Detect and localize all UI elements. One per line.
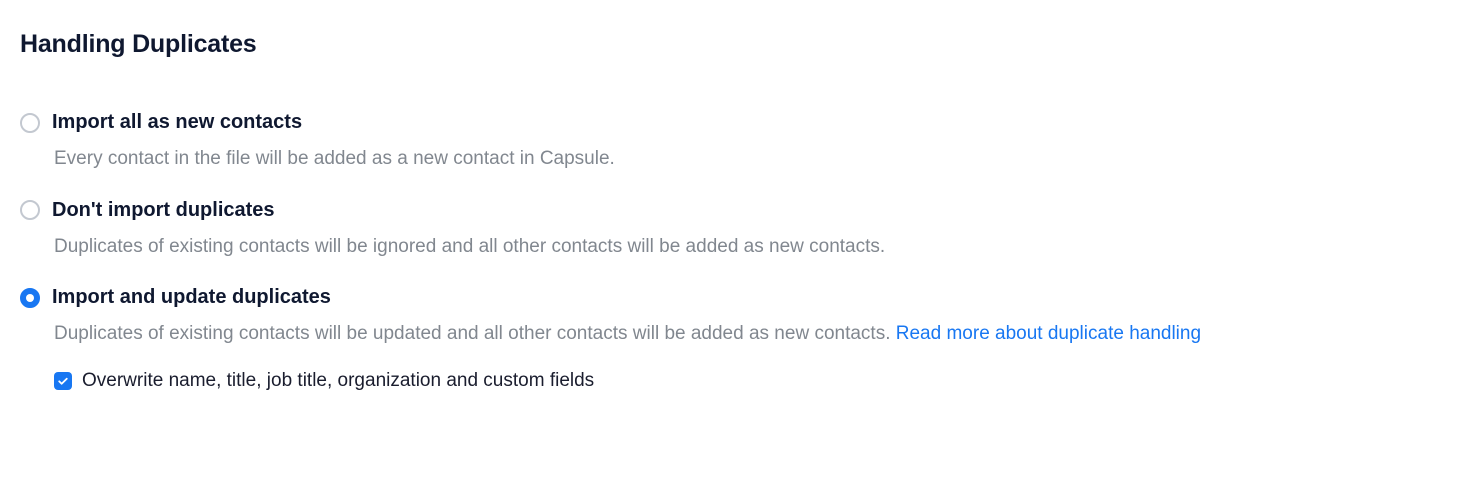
option-description-text: Duplicates of existing contacts will be … <box>54 323 896 344</box>
option-head: Don't import duplicates <box>20 199 1440 222</box>
duplicate-handling-options: Import all as new contacts Every contact… <box>20 111 1440 392</box>
option-dont-import-duplicates: Don't import duplicates Duplicates of ex… <box>20 199 1440 261</box>
radio-import-all[interactable] <box>20 113 40 133</box>
option-description: Duplicates of existing contacts will be … <box>54 321 1440 348</box>
checkbox-overwrite-fields[interactable] <box>54 372 72 390</box>
option-import-all: Import all as new contacts Every contact… <box>20 111 1440 173</box>
option-description: Every contact in the file will be added … <box>54 146 1440 173</box>
read-more-link[interactable]: Read more about duplicate handling <box>896 323 1201 344</box>
section-heading: Handling Duplicates <box>20 30 1440 59</box>
radio-import-update-duplicates[interactable] <box>20 288 40 308</box>
overwrite-fields-label[interactable]: Overwrite name, title, job title, organi… <box>82 370 594 392</box>
option-title[interactable]: Don't import duplicates <box>52 199 275 222</box>
overwrite-fields-sub-option: Overwrite name, title, job title, organi… <box>54 370 1440 392</box>
option-title[interactable]: Import and update duplicates <box>52 286 331 309</box>
option-head: Import all as new contacts <box>20 111 1440 134</box>
option-import-update-duplicates: Import and update duplicates Duplicates … <box>20 286 1440 392</box>
option-description: Duplicates of existing contacts will be … <box>54 234 1440 261</box>
option-title[interactable]: Import all as new contacts <box>52 111 302 134</box>
option-head: Import and update duplicates <box>20 286 1440 309</box>
radio-dont-import-duplicates[interactable] <box>20 200 40 220</box>
check-icon <box>57 375 69 387</box>
